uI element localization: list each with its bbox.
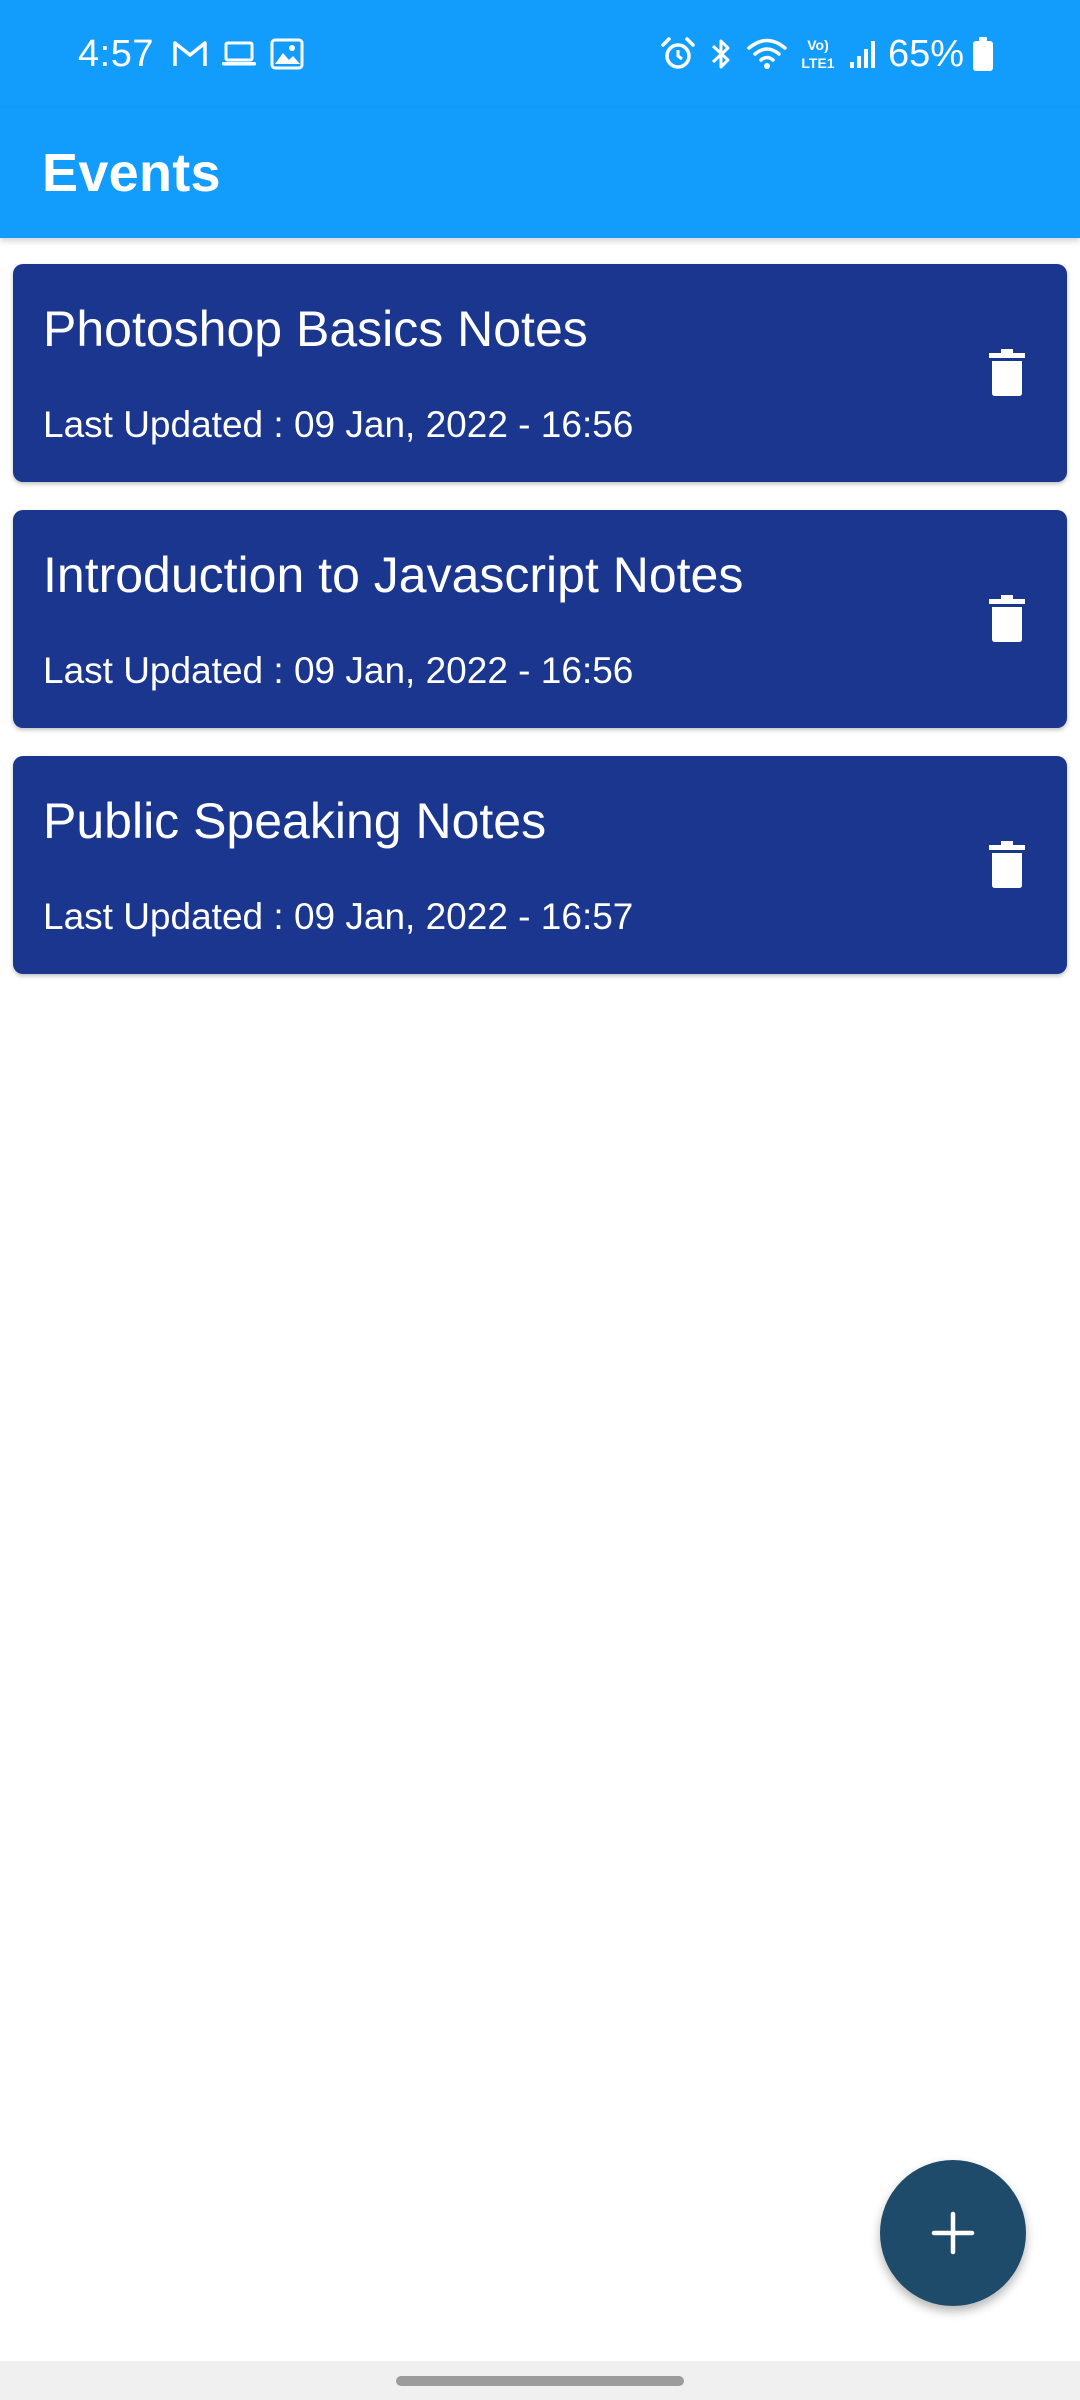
status-right: Vo) LTE1 65%	[660, 33, 1004, 76]
event-title: Photoshop Basics Notes	[43, 301, 588, 357]
page-title: Events	[42, 143, 221, 203]
event-last-updated: Last Updated : 09 Jan, 2022 - 16:56	[43, 404, 634, 445]
event-card[interactable]: Public Speaking Notes Last Updated : 09 …	[13, 756, 1067, 974]
battery-percentage: 65%	[887, 32, 964, 75]
svg-text:Vo): Vo)	[807, 37, 829, 53]
image-icon	[270, 38, 304, 70]
gmail-icon	[172, 39, 208, 69]
status-bar: 4:57 Vo) LTE1 65%	[0, 0, 1080, 108]
event-last-updated: Last Updated : 09 Jan, 2022 - 16:56	[43, 650, 634, 691]
status-time: 4:57	[78, 32, 154, 75]
lte-icon: Vo) LTE1	[798, 35, 838, 73]
delete-icon[interactable]	[977, 589, 1037, 649]
battery-icon	[972, 36, 994, 72]
status-left: 4:57	[78, 33, 316, 76]
event-card[interactable]: Introduction to Javascript Notes Last Up…	[13, 510, 1067, 728]
home-gesture-handle[interactable]	[396, 2376, 684, 2386]
screen: 4:57 Vo) LTE1 65% Events Photoshop Basic…	[0, 0, 1080, 2400]
event-title: Introduction to Javascript Notes	[43, 547, 744, 603]
wifi-icon	[746, 36, 788, 72]
app-bar: Events	[0, 108, 1080, 238]
plus-icon	[931, 2211, 975, 2255]
laptop-icon	[220, 39, 258, 69]
event-title: Public Speaking Notes	[43, 793, 547, 849]
svg-text:LTE1: LTE1	[801, 55, 834, 71]
event-list: Photoshop Basics Notes Last Updated : 09…	[13, 264, 1067, 1002]
signal-icon	[848, 38, 878, 70]
add-event-button[interactable]	[880, 2160, 1026, 2306]
delete-icon[interactable]	[977, 343, 1037, 403]
alarm-icon	[660, 36, 696, 72]
event-last-updated: Last Updated : 09 Jan, 2022 - 16:57	[43, 896, 634, 937]
bluetooth-icon	[706, 36, 736, 72]
navigation-bar	[0, 2361, 1080, 2400]
delete-icon[interactable]	[977, 835, 1037, 895]
event-card[interactable]: Photoshop Basics Notes Last Updated : 09…	[13, 264, 1067, 482]
